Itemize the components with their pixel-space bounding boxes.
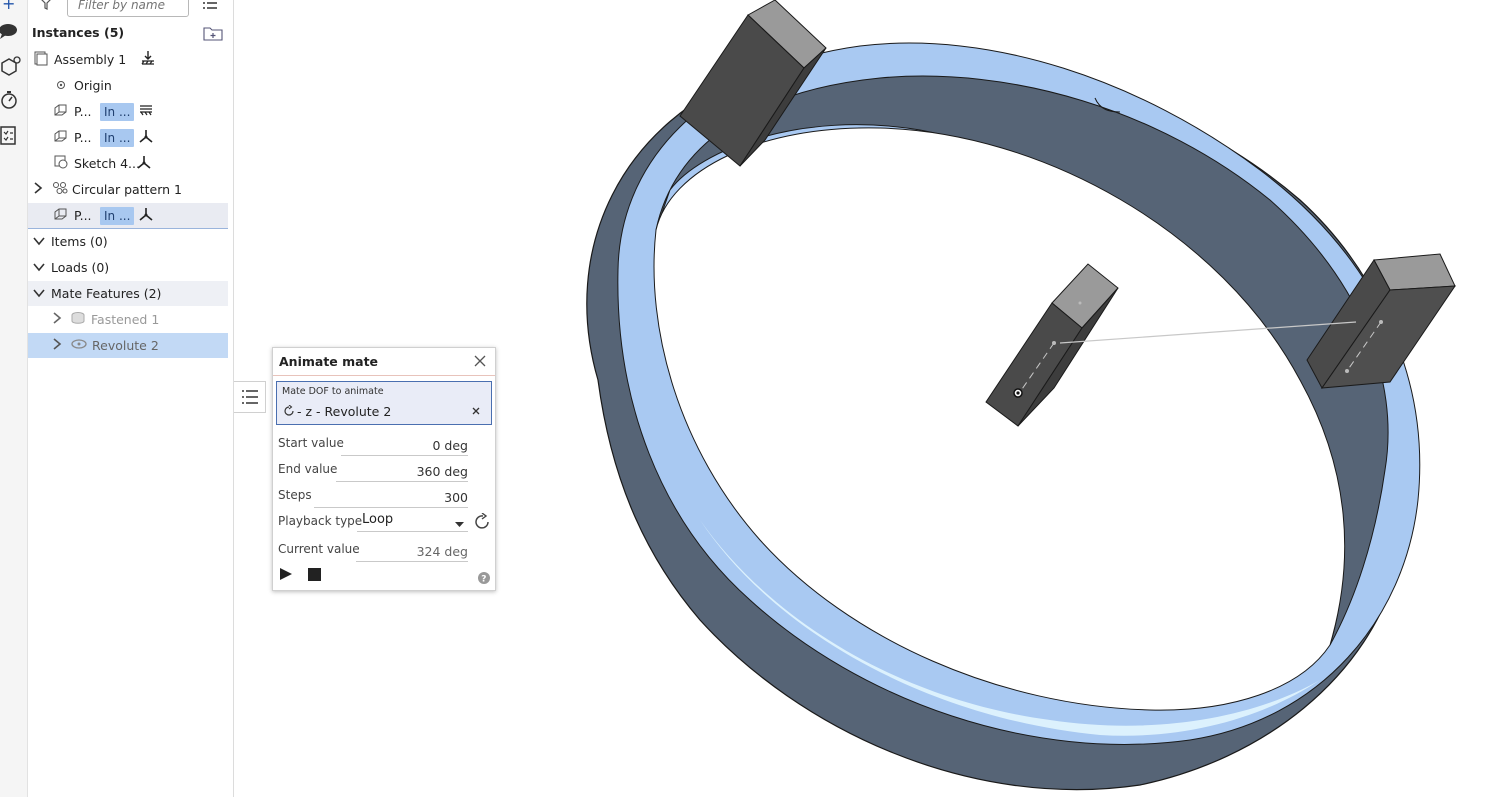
mate-fastened[interactable]: Fastened 1 <box>28 307 228 332</box>
end-value-row: End value 360 deg <box>278 462 468 484</box>
items-section[interactable]: Items (0) <box>28 229 228 254</box>
end-value-input[interactable]: 360 deg <box>336 463 468 482</box>
current-value-row: Current value 324 deg <box>278 542 468 564</box>
instance-label: P... <box>74 130 92 145</box>
dropdown-arrow-icon <box>455 517 464 531</box>
play-icon[interactable] <box>279 567 293 584</box>
mate-label: Revolute 2 <box>92 338 159 353</box>
part-icon <box>53 206 69 225</box>
mate-connector-icon <box>136 154 152 173</box>
list-view-icon[interactable] <box>202 0 218 13</box>
new-folder-icon[interactable] <box>203 25 223 44</box>
instance-part-3[interactable]: P... In ... <box>28 203 228 229</box>
chevron-down-icon[interactable] <box>33 234 45 249</box>
filter-icon[interactable] <box>38 0 54 13</box>
close-icon[interactable] <box>473 354 487 371</box>
mass-properties-icon[interactable] <box>0 55 22 77</box>
left-toolbar: + <box>0 0 28 797</box>
chevron-down-icon[interactable] <box>33 286 45 301</box>
in-context-badge: In ... <box>100 102 135 121</box>
start-value-input[interactable]: 0 deg <box>341 437 468 456</box>
part-icon <box>53 102 69 121</box>
mate-features-section[interactable]: Mate Features (2) <box>28 281 228 306</box>
rotation-icon <box>283 404 295 420</box>
part-icon <box>53 128 69 147</box>
checklist-icon[interactable] <box>0 125 22 147</box>
revolute-mate-icon <box>70 337 88 354</box>
stopwatch-icon[interactable] <box>0 90 22 112</box>
instance-label: Assembly 1 <box>54 52 127 67</box>
comment-icon[interactable] <box>0 20 22 42</box>
animate-mate-dialog: Animate mate Mate DOF to animate - z - R… <box>272 347 496 591</box>
chevron-down-icon[interactable] <box>33 260 45 275</box>
help-icon[interactable]: ? <box>478 572 490 587</box>
current-value-label: Current value <box>278 542 360 556</box>
instance-origin[interactable]: Origin <box>28 73 228 98</box>
instances-header-label: Instances (5) <box>32 25 125 40</box>
dialog-header: Animate mate <box>273 348 495 376</box>
feature-list-icon <box>242 390 258 404</box>
chevron-right-icon[interactable] <box>33 182 43 197</box>
filter-input-box[interactable] <box>67 0 190 17</box>
clear-selection-icon[interactable] <box>470 405 482 420</box>
end-value-label: End value <box>278 462 338 476</box>
mate-revolute[interactable]: Revolute 2 <box>28 333 228 358</box>
stop-icon[interactable] <box>308 568 321 584</box>
playback-value: Loop <box>362 512 394 527</box>
chevron-right-icon[interactable] <box>52 338 62 353</box>
instance-label: Circular pattern 1 <box>72 182 182 197</box>
loads-section-label: Loads (0) <box>51 260 110 275</box>
steps-label: Steps <box>278 488 312 502</box>
feature-list-toggle[interactable] <box>234 381 266 413</box>
steps-input[interactable]: 300 <box>314 489 468 508</box>
instance-part-2[interactable]: P... In ... <box>28 125 228 150</box>
instance-label: P... <box>74 208 92 223</box>
instance-part-1[interactable]: P... In ... <box>28 99 228 124</box>
playback-label: Playback type <box>278 514 363 528</box>
instances-header[interactable]: Instances (5) <box>32 20 232 45</box>
add-icon[interactable]: + <box>0 0 22 14</box>
instance-sketch[interactable]: Sketch 4... <box>28 151 228 176</box>
chevron-right-icon[interactable] <box>52 312 62 327</box>
origin-icon <box>56 78 66 93</box>
items-section-label: Items (0) <box>51 234 108 249</box>
in-context-badge: In ... <box>100 128 135 147</box>
playback-row: Playback type Loop <box>278 511 489 535</box>
fixed-icon <box>138 103 154 120</box>
ground-icon <box>140 50 156 69</box>
dof-selection-field[interactable]: Mate DOF to animate - z - Revolute 2 <box>276 381 492 425</box>
start-value-row: Start value 0 deg <box>278 436 468 458</box>
svg-text:?: ? <box>481 575 486 585</box>
loads-section[interactable]: Loads (0) <box>28 255 228 280</box>
dof-label: Mate DOF to animate <box>282 386 384 397</box>
dialog-title: Animate mate <box>279 354 379 369</box>
mate-label: Fastened 1 <box>91 312 160 327</box>
refresh-icon[interactable] <box>474 512 492 534</box>
sketch-icon <box>53 154 69 173</box>
steps-row: Steps 300 <box>278 488 468 510</box>
filter-input[interactable] <box>76 0 190 13</box>
instance-assembly[interactable]: Assembly 1 <box>28 47 228 72</box>
instance-label: P... <box>74 104 92 119</box>
start-value-label: Start value <box>278 436 344 450</box>
in-context-badge: In ... <box>100 206 135 225</box>
current-value-display: 324 deg <box>356 543 468 562</box>
instance-label: Origin <box>74 78 112 93</box>
instance-circular-pattern[interactable]: Circular pattern 1 <box>28 177 228 202</box>
playback-select[interactable]: Loop <box>357 511 468 532</box>
dof-value: - z - Revolute 2 <box>297 404 392 419</box>
circular-pattern-icon <box>52 181 68 198</box>
instance-label: Sketch 4... <box>74 156 140 171</box>
mate-connector-icon <box>138 206 154 225</box>
svg-text:+: + <box>2 0 15 13</box>
instances-panel: Instances (5) Assembly 1 Origin P... In … <box>28 0 234 797</box>
assembly-icon <box>33 50 49 69</box>
fastened-mate-icon <box>70 311 86 328</box>
mate-connector-icon <box>138 128 154 147</box>
mate-features-label: Mate Features (2) <box>51 286 162 301</box>
